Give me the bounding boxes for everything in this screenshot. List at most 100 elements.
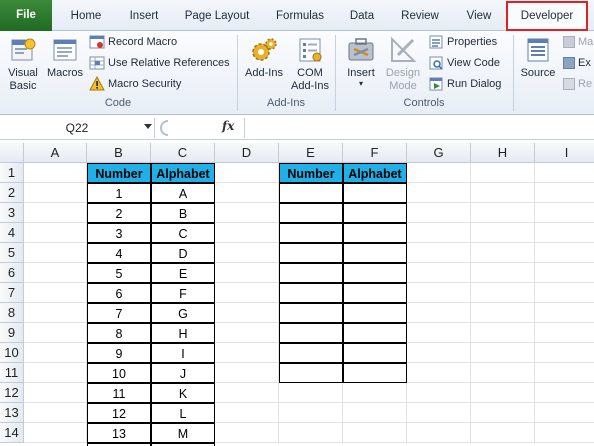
table-cell[interactable]: 9 [87,343,151,363]
table-cell[interactable]: 7 [87,303,151,323]
table-cell[interactable]: K [151,383,215,403]
table-header-cell[interactable]: Number [87,163,151,183]
cell[interactable] [407,343,471,363]
cell[interactable] [407,363,471,383]
table-cell[interactable] [279,283,343,303]
cell[interactable] [24,183,87,203]
column-header-d[interactable]: D [215,143,279,163]
cell[interactable] [24,343,87,363]
cell[interactable] [535,263,594,283]
cell[interactable] [215,343,279,363]
row-header-5[interactable]: 5 [0,243,24,263]
formula-input[interactable] [248,118,592,138]
cell[interactable] [215,203,279,223]
use-relative-references-button[interactable]: Use Relative References [89,54,230,72]
cell[interactable] [215,383,279,403]
cell[interactable] [471,303,535,323]
table-header-cell[interactable]: Alphabet [343,163,407,183]
cell[interactable] [471,423,535,443]
cell[interactable] [24,243,87,263]
table-cell[interactable] [343,323,407,343]
table-cell[interactable]: 11 [87,383,151,403]
table-cell[interactable]: I [151,343,215,363]
design-mode-button[interactable]: Design Mode [382,35,424,93]
cell[interactable] [407,383,471,403]
column-header-f[interactable]: F [343,143,407,163]
run-dialog-button[interactable]: Run Dialog [428,75,501,93]
cell[interactable] [471,263,535,283]
insert-control-button[interactable]: Insert ▾ [340,35,382,88]
table-cell[interactable] [343,343,407,363]
table-cell[interactable]: C [151,223,215,243]
column-header-b[interactable]: B [87,143,151,163]
cell[interactable] [24,203,87,223]
view-code-button[interactable]: View Code [428,54,500,72]
cell[interactable] [279,383,343,403]
cell[interactable] [407,263,471,283]
table-cell[interactable]: 5 [87,263,151,283]
row-header-8[interactable]: 8 [0,303,24,323]
cell[interactable] [471,403,535,423]
cell[interactable] [343,383,407,403]
table-cell[interactable]: J [151,363,215,383]
row-header-14[interactable]: 14 [0,423,24,443]
cell[interactable] [535,423,594,443]
row-header-11[interactable]: 11 [0,363,24,383]
macros-button[interactable]: Macros [44,35,86,80]
cell[interactable] [535,243,594,263]
cell[interactable] [24,303,87,323]
tab-review[interactable]: Review [394,4,446,28]
expansion-packs-button[interactable]: Ex [563,54,591,72]
row-header-7[interactable]: 7 [0,283,24,303]
table-cell[interactable]: 4 [87,243,151,263]
cell[interactable] [24,283,87,303]
cell[interactable] [535,183,594,203]
row-header-6[interactable]: 6 [0,263,24,283]
cell[interactable] [215,423,279,443]
table-cell[interactable] [343,263,407,283]
row-header-1[interactable]: 1 [0,163,24,183]
table-header-cell[interactable]: Alphabet [151,163,215,183]
table-cell[interactable] [279,303,343,323]
table-cell[interactable]: E [151,263,215,283]
table-cell[interactable]: 3 [87,223,151,243]
cell[interactable] [215,363,279,383]
cell[interactable] [24,223,87,243]
cell[interactable] [279,423,343,443]
cell[interactable] [535,323,594,343]
column-header-c[interactable]: C [151,143,215,163]
cell[interactable] [215,303,279,323]
cell[interactable] [24,363,87,383]
cell[interactable] [24,163,87,183]
table-cell[interactable] [343,283,407,303]
cell[interactable] [215,223,279,243]
table-cell[interactable]: 10 [87,363,151,383]
cell[interactable] [535,163,594,183]
cell[interactable] [24,263,87,283]
table-cell[interactable]: A [151,183,215,203]
tab-insert[interactable]: Insert [118,4,170,28]
table-cell[interactable]: 13 [87,423,151,443]
cell[interactable] [407,163,471,183]
cell[interactable] [407,243,471,263]
cell[interactable] [471,283,535,303]
table-cell[interactable] [279,243,343,263]
table-cell[interactable] [279,263,343,283]
row-header-10[interactable]: 10 [0,343,24,363]
row-header-2[interactable]: 2 [0,183,24,203]
table-cell[interactable]: F [151,283,215,303]
properties-button[interactable]: Properties [428,33,497,51]
cell[interactable] [471,223,535,243]
cell[interactable] [535,403,594,423]
cell[interactable] [215,243,279,263]
cell[interactable] [343,403,407,423]
cell[interactable] [407,203,471,223]
cell[interactable] [535,363,594,383]
cell[interactable] [471,363,535,383]
tab-data[interactable]: Data [342,4,382,28]
cell[interactable] [24,383,87,403]
table-cell[interactable]: 6 [87,283,151,303]
cell[interactable] [24,323,87,343]
table-cell[interactable]: D [151,243,215,263]
cell[interactable] [215,263,279,283]
